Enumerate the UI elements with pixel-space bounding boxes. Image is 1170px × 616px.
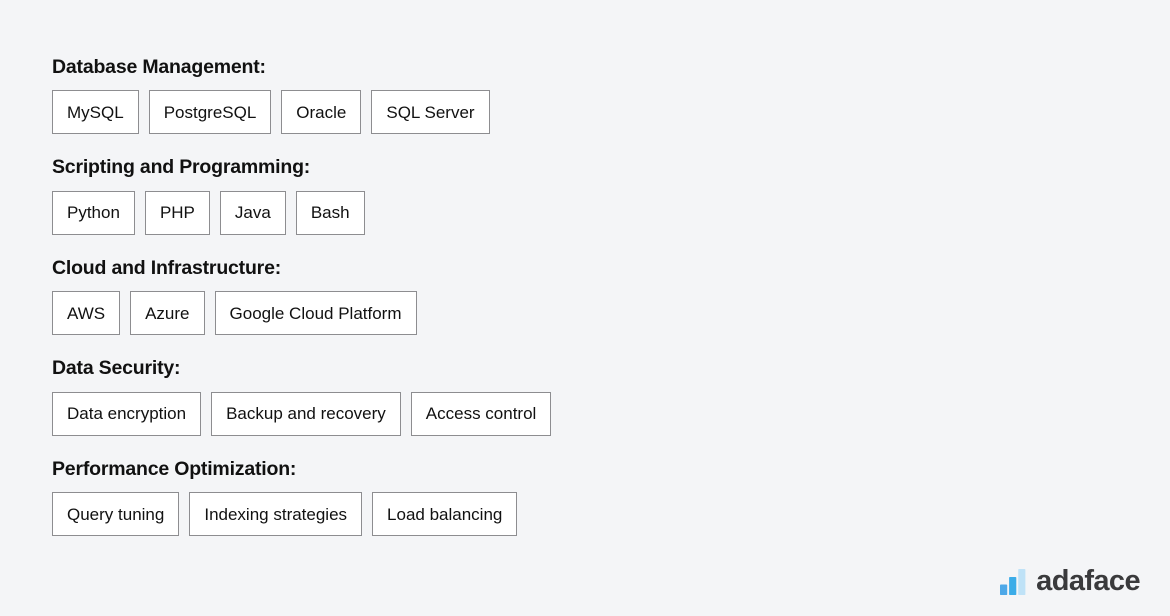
skill-group-heading: Database Management: <box>52 56 266 78</box>
skill-chip[interactable]: Google Cloud Platform <box>214 291 417 336</box>
skill-group: Data Security: Data encryption Backup and … <box>52 357 1112 436</box>
skill-chip[interactable]: MySQL <box>52 90 139 135</box>
skill-chip[interactable]: Indexing strategies <box>189 492 363 537</box>
skill-chip[interactable]: Backup and recovery <box>211 391 401 436</box>
skill-group: Performance Optimization: Query tuning Ind… <box>52 457 1112 537</box>
skill-chip[interactable]: Load balancing <box>372 492 518 537</box>
skill-chip-row: MySQL PostgreSQL Oracle SQL Server <box>52 90 1112 135</box>
skill-chip[interactable]: Oracle <box>281 90 362 135</box>
skill-chip[interactable]: PHP <box>144 190 210 235</box>
skill-chip[interactable]: Query tuning <box>52 492 180 537</box>
bar-chart-logo-mark-icon <box>1000 569 1026 595</box>
skill-chip[interactable]: SQL Server <box>371 90 490 135</box>
skill-chip-row: Data encryption Backup and recovery Access… <box>52 391 1112 436</box>
skill-chip-row: Python PHP Java Bash <box>52 190 1112 235</box>
skill-group: Cloud and Infrastructure: AWS Azure Google … <box>52 256 1112 336</box>
skill-chip[interactable]: Azure <box>130 291 205 336</box>
skill-chip[interactable]: AWS <box>52 291 121 336</box>
skill-chip[interactable]: PostgreSQL <box>148 90 272 135</box>
skill-chip[interactable]: Access control <box>410 391 552 436</box>
skill-chip-row: AWS Azure Google Cloud Platform <box>52 291 1112 336</box>
skill-group-heading: Scripting and Programming: <box>52 156 311 179</box>
skill-group: Scripting and Programming: Python PHP Java B… <box>52 156 1112 235</box>
adaface-logo: adaface <box>1000 565 1141 597</box>
skill-chip[interactable]: Bash <box>295 190 365 235</box>
skill-group: Database Management: MySQL PostgreSQL Oracl… <box>52 56 1112 135</box>
skill-group-heading: Performance Optimization: <box>52 457 297 480</box>
skill-chip[interactable]: Python <box>52 190 135 235</box>
skill-group-heading: Data Security: <box>52 357 181 380</box>
skill-chip[interactable]: Data encryption <box>52 391 202 436</box>
skill-group-heading: Cloud and Infrastructure: <box>52 256 282 279</box>
skills-list: Database Management: MySQL PostgreSQL Oracl… <box>52 56 1112 537</box>
skill-chip-row: Query tuning Indexing strategies Load bala… <box>52 492 1112 537</box>
adaface-wordmark: adaface <box>1036 565 1140 597</box>
skill-chip[interactable]: Java <box>219 190 286 235</box>
